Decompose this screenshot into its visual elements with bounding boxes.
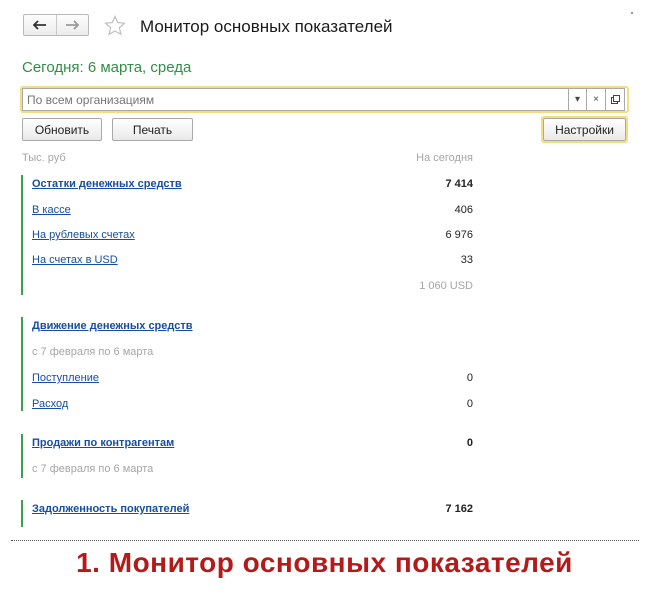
close-icon: × [593, 94, 599, 105]
rub-accounts-value: 6 976 [445, 229, 473, 241]
cash-movement-link[interactable]: Движение денежных средств [32, 320, 193, 332]
page-title: Монитор основных показателей [140, 17, 393, 36]
more-icon[interactable] [629, 10, 635, 16]
clear-button[interactable]: × [587, 88, 606, 111]
debt-group-bar [21, 500, 23, 527]
forward-button[interactable] [55, 15, 89, 35]
income-value: 0 [466, 372, 473, 384]
sales-link[interactable]: Продажи по контрагентам [32, 437, 174, 449]
today-label: Сегодня: 6 марта, среда [22, 59, 192, 76]
organization-input[interactable] [22, 88, 568, 111]
cash-group-bar [21, 175, 23, 295]
open-button[interactable] [606, 88, 625, 111]
today-column-header: На сегодня [416, 152, 473, 164]
chevron-down-icon: ▾ [574, 94, 581, 105]
expense-link[interactable]: Расход [32, 398, 68, 410]
movement-group-bar [21, 317, 23, 411]
rub-accounts-link[interactable]: На рублевых счетах [32, 229, 135, 241]
open-window-icon [610, 95, 620, 104]
dropdown-button[interactable]: ▾ [568, 88, 587, 111]
cash-balances-total: 7 414 [445, 178, 473, 190]
income-link[interactable]: Поступление [32, 372, 99, 384]
cash-desk-value: 406 [454, 204, 473, 216]
usd-accounts-value: 33 [460, 254, 473, 266]
sales-total: 0 [466, 437, 473, 449]
arrow-left-icon [32, 20, 46, 30]
units-label: Тыс. руб [22, 152, 66, 164]
print-button[interactable]: Печать [112, 118, 193, 141]
usd-accounts-link[interactable]: На счетах в USD [32, 254, 118, 266]
settings-button[interactable]: Настройки [543, 118, 626, 141]
sales-period: с 7 февраля по 6 марта [32, 463, 154, 475]
settings-highlight: Настройки [541, 116, 628, 143]
navigation-buttons [23, 14, 89, 36]
usd-total-value: 1 060 USD [419, 280, 473, 292]
cash-balances-link[interactable]: Остатки денежных средств [32, 178, 182, 190]
refresh-button[interactable]: Обновить [22, 118, 102, 141]
receivables-link[interactable]: Задолженность покупателей [32, 503, 189, 515]
sales-group-bar [21, 434, 23, 478]
arrow-right-icon [66, 20, 80, 30]
star-icon[interactable] [104, 15, 126, 36]
divider [11, 540, 639, 541]
back-button[interactable] [24, 15, 56, 35]
slide-caption: 1. Монитор основных показателей [76, 547, 573, 578]
expense-value: 0 [466, 398, 473, 410]
cash-desk-link[interactable]: В кассе [32, 204, 71, 216]
organization-selector: ▾ × [20, 86, 629, 113]
movement-period: с 7 февраля по 6 марта [32, 346, 154, 358]
receivables-total: 7 162 [445, 503, 473, 515]
